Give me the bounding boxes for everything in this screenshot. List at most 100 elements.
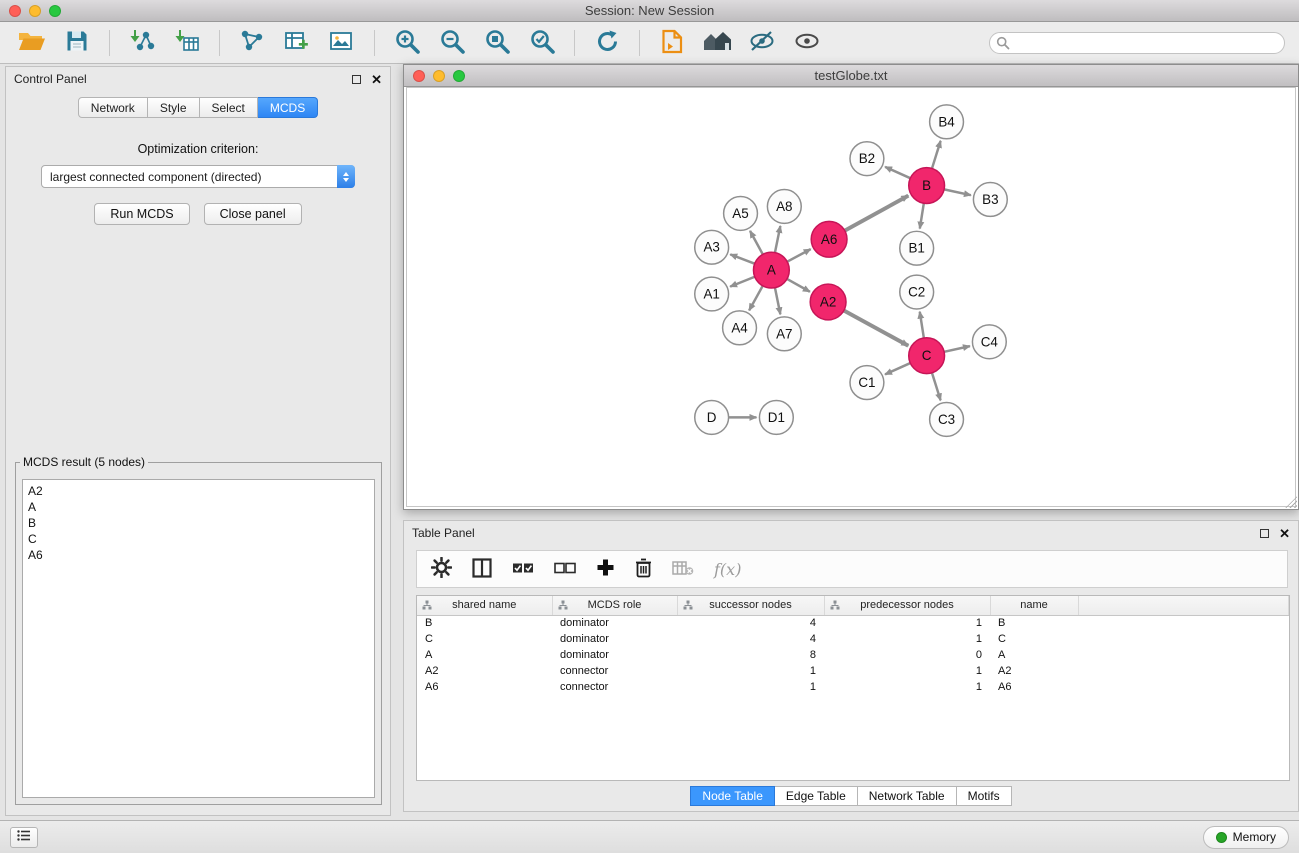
graph-node-A3[interactable]: A3 <box>695 230 729 264</box>
deselect-all-button[interactable] <box>554 561 576 578</box>
optimization-dropdown[interactable]: largest connected component (directed) <box>41 165 355 188</box>
export-image-button[interactable] <box>324 27 360 59</box>
close-window-button[interactable] <box>9 5 21 17</box>
result-item[interactable]: B <box>23 515 374 531</box>
memory-button[interactable]: Memory <box>1203 826 1289 849</box>
graph-edge-B-B3[interactable] <box>944 189 971 195</box>
table-settings-button[interactable] <box>431 557 452 581</box>
network-window-titlebar[interactable]: testGlobe.txt <box>404 65 1298 87</box>
graph-node-A5[interactable]: A5 <box>724 196 758 230</box>
graph-node-C[interactable]: C <box>909 338 945 374</box>
column-header-name[interactable]: name <box>990 596 1078 615</box>
run-mcds-button[interactable]: Run MCDS <box>94 203 189 225</box>
graph-node-C4[interactable]: C4 <box>972 325 1006 359</box>
graph-edge-A-A3[interactable] <box>730 254 754 263</box>
graph-edge-A-A7[interactable] <box>775 288 780 315</box>
open-file-button[interactable] <box>654 27 690 59</box>
graph-node-A2[interactable]: A2 <box>810 284 846 320</box>
zoom-window-button[interactable] <box>49 5 61 17</box>
network-canvas[interactable]: AA1A2A3A4A5A6A7A8BB1B2B3B4CC1C2C3C4DD1 <box>406 87 1296 507</box>
table-row[interactable]: Adominator80A <box>417 647 1289 663</box>
graph-edge-A6-B[interactable] <box>845 196 909 231</box>
graph-edge-C-C4[interactable] <box>944 346 970 352</box>
column-header-mcds-role[interactable]: MCDS role <box>552 596 677 615</box>
float-panel-icon[interactable] <box>352 75 361 84</box>
result-item[interactable]: A2 <box>23 483 374 499</box>
graph-edge-C-C2[interactable] <box>920 312 924 338</box>
graph-node-A[interactable]: A <box>753 252 789 288</box>
network-close-button[interactable] <box>413 70 425 82</box>
tab-style[interactable]: Style <box>148 97 200 118</box>
graph-edge-A-A2[interactable] <box>787 279 810 292</box>
graph-edge-B-B1[interactable] <box>920 203 924 228</box>
table-row[interactable]: Cdominator41C <box>417 631 1289 647</box>
zoom-selected-button[interactable] <box>524 27 560 59</box>
tab-node-table[interactable]: Node Table <box>690 786 775 806</box>
node-table[interactable]: shared name MCDS role successor nodes pr… <box>416 595 1290 781</box>
hide-details-button[interactable] <box>744 27 780 59</box>
function-builder-button[interactable]: f(x) <box>714 560 741 579</box>
graph-node-A4[interactable]: A4 <box>723 311 757 345</box>
tab-select[interactable]: Select <box>200 97 258 118</box>
graph-node-B1[interactable]: B1 <box>900 231 934 265</box>
close-panel-icon[interactable]: ✕ <box>371 73 382 86</box>
graph-edge-A-A5[interactable] <box>750 231 763 255</box>
column-header-predecessor-nodes[interactable]: predecessor nodes <box>824 596 990 615</box>
select-all-button[interactable] <box>512 561 534 578</box>
graph-edge-C-C3[interactable] <box>932 373 941 401</box>
graph-node-A6[interactable]: A6 <box>811 221 847 257</box>
tab-motifs[interactable]: Motifs <box>957 786 1012 806</box>
graph-edge-A2-C[interactable] <box>844 311 908 346</box>
column-header-successor-nodes[interactable]: successor nodes <box>677 596 824 615</box>
tab-network-table[interactable]: Network Table <box>858 786 957 806</box>
table-row[interactable]: A6connector11A6 <box>417 679 1289 695</box>
resize-grip[interactable] <box>1285 496 1297 508</box>
graph-node-B[interactable]: B <box>909 168 945 204</box>
tab-mcds[interactable]: MCDS <box>258 97 318 118</box>
graph-node-C3[interactable]: C3 <box>930 402 964 436</box>
graph-edge-B-B2[interactable] <box>885 167 910 178</box>
delete-table-button[interactable] <box>672 560 694 579</box>
search-input[interactable] <box>989 32 1285 54</box>
tab-edge-table[interactable]: Edge Table <box>775 786 858 806</box>
network-minimize-button[interactable] <box>433 70 445 82</box>
add-column-button[interactable] <box>596 558 615 580</box>
zoom-out-button[interactable] <box>434 27 470 59</box>
result-item[interactable]: C <box>23 531 374 547</box>
graph-edge-B-B4[interactable] <box>932 141 941 169</box>
zoom-fit-button[interactable] <box>479 27 515 59</box>
column-header-shared-name[interactable]: shared name <box>417 596 552 615</box>
result-item[interactable]: A6 <box>23 547 374 563</box>
graph-edge-A-A6[interactable] <box>787 249 810 262</box>
graph-node-C2[interactable]: C2 <box>900 275 934 309</box>
graph-node-B2[interactable]: B2 <box>850 142 884 176</box>
save-session-button[interactable] <box>59 27 95 59</box>
graph-node-A8[interactable]: A8 <box>767 190 801 224</box>
float-panel-icon[interactable] <box>1260 529 1269 538</box>
close-panel-button[interactable]: Close panel <box>204 203 302 225</box>
import-table-button[interactable] <box>169 27 205 59</box>
graph-node-A7[interactable]: A7 <box>767 317 801 351</box>
zoom-in-button[interactable] <box>389 27 425 59</box>
table-row[interactable]: Bdominator41B <box>417 615 1289 631</box>
first-neighbors-button[interactable] <box>699 27 735 59</box>
task-history-button[interactable] <box>10 827 38 848</box>
graph-node-D[interactable]: D <box>695 401 729 435</box>
graph-edge-A-A1[interactable] <box>730 277 755 287</box>
import-network-button[interactable] <box>124 27 160 59</box>
graph-edge-A-A8[interactable] <box>775 226 780 253</box>
open-session-button[interactable] <box>14 27 50 59</box>
graph-edge-A-A4[interactable] <box>749 286 763 311</box>
new-network-button[interactable] <box>234 27 270 59</box>
show-columns-button[interactable] <box>472 558 492 581</box>
graph-edge-C-C1[interactable] <box>885 363 910 374</box>
apply-layout-button[interactable] <box>589 27 625 59</box>
close-panel-icon[interactable]: ✕ <box>1279 527 1290 540</box>
graph-node-D1[interactable]: D1 <box>759 401 793 435</box>
delete-column-button[interactable] <box>635 558 652 581</box>
graph-node-B3[interactable]: B3 <box>973 183 1007 217</box>
graph-node-B4[interactable]: B4 <box>930 105 964 139</box>
network-zoom-button[interactable] <box>453 70 465 82</box>
graph-node-A1[interactable]: A1 <box>695 277 729 311</box>
minimize-window-button[interactable] <box>29 5 41 17</box>
